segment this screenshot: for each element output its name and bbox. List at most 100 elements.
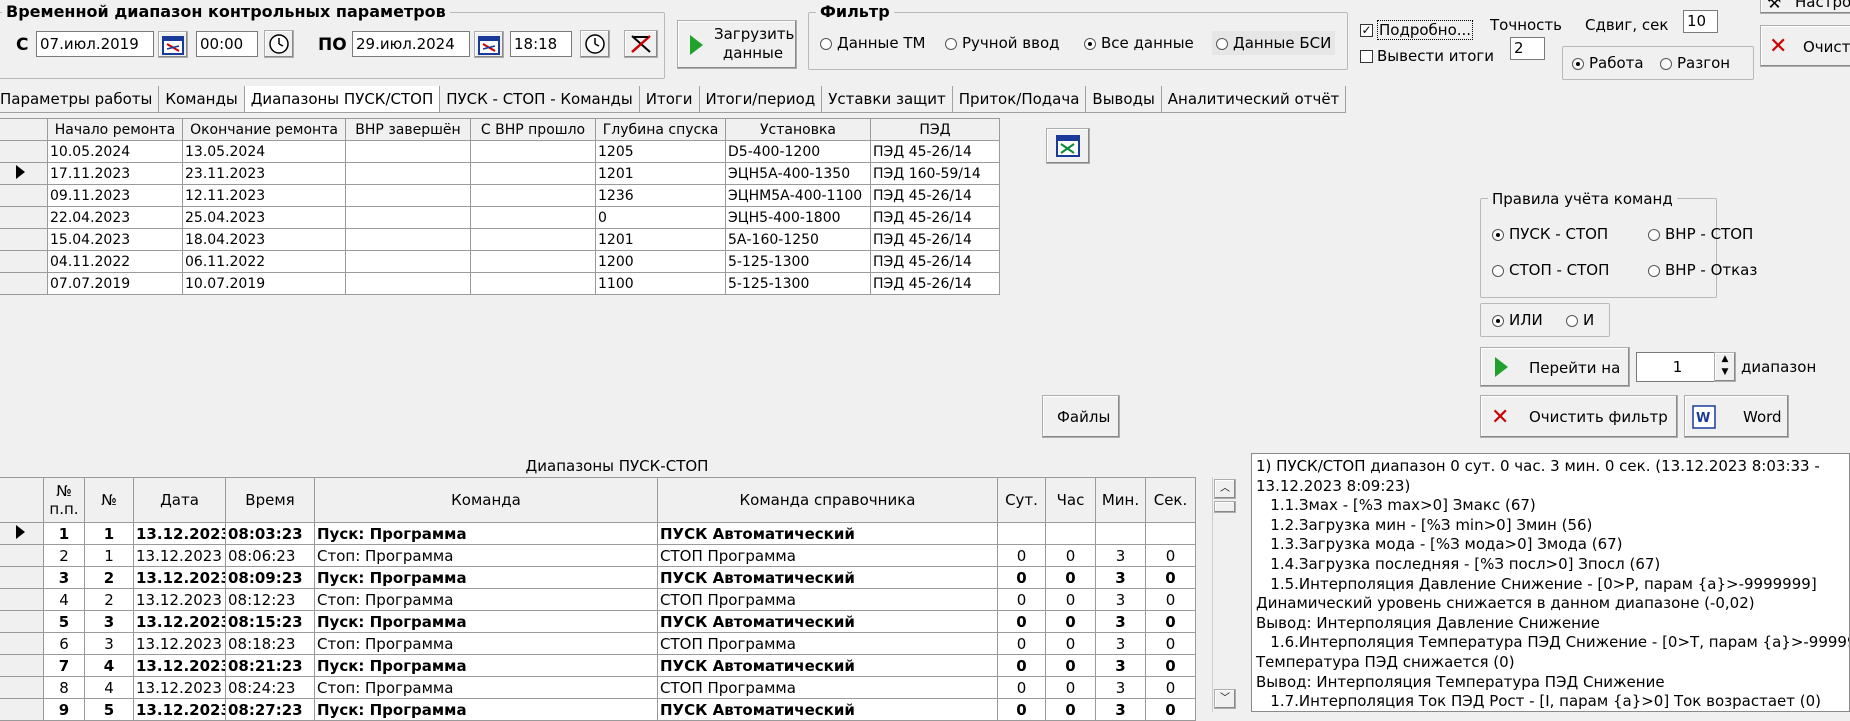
range-cell[interactable]: 0 [1045, 588, 1096, 611]
spin-down-icon[interactable]: ▼ [1715, 366, 1735, 379]
column-header[interactable]: № п.п. [43, 477, 85, 523]
range-cell[interactable]: ПУСК Автоматический [657, 522, 998, 545]
repair-cell[interactable]: 1201 [595, 162, 726, 185]
repair-row[interactable]: 15.04.2023 18.04.2023 1201 5А-160-1250 ПЭД 4… [0, 228, 1000, 251]
rule-vnr-fail[interactable]: ВНР - Отказ [1648, 261, 1757, 279]
range-cell[interactable]: 0 [1045, 544, 1096, 567]
range-cell[interactable]: Пуск: Программа [314, 654, 658, 677]
tab-start-stop-commands[interactable]: ПУСК - СТОП - Команды [440, 86, 640, 112]
logic-or-radio[interactable]: ИЛИ [1492, 311, 1543, 329]
row-header[interactable] [0, 184, 48, 207]
word-button[interactable]: W Word [1684, 395, 1789, 438]
range-cell[interactable]: 0 [1145, 654, 1196, 677]
range-cell[interactable]: 4 [43, 588, 85, 611]
repair-cell[interactable] [345, 250, 471, 273]
range-cell[interactable]: 13.12.2023 [133, 698, 226, 721]
settings-button[interactable]: ⚒ Настро [1760, 0, 1850, 14]
repair-cell[interactable]: 5-125-1300 [725, 272, 871, 295]
range-cell[interactable]: 0 [1145, 698, 1196, 721]
range-cell[interactable]: ПУСК Автоматический [657, 654, 998, 677]
range-cell[interactable]: 2 [84, 588, 134, 611]
repair-row[interactable]: 10.05.2024 13.05.2024 1205 D5-400-1200 ПЭД 4… [0, 140, 1000, 163]
row-header[interactable] [0, 588, 44, 611]
range-cell[interactable]: 4 [84, 654, 134, 677]
range-cell[interactable]: 3 [1095, 654, 1146, 677]
range-cell[interactable]: 1 [84, 522, 134, 545]
range-cell[interactable]: 7 [43, 654, 85, 677]
range-cell[interactable]: 4 [84, 676, 134, 699]
repair-cell[interactable]: 12.11.2023 [182, 184, 346, 207]
repair-cell[interactable]: 09.11.2023 [47, 184, 183, 207]
scroll-thumb[interactable] [1214, 501, 1236, 513]
range-cell[interactable]: 0 [997, 632, 1046, 655]
repair-cell[interactable]: 04.11.2022 [47, 250, 183, 273]
range-cell[interactable]: 0 [1145, 610, 1196, 633]
range-cell[interactable]: 0 [1045, 698, 1096, 721]
range-cell[interactable]: 13.12.2023 [133, 632, 226, 655]
rule-vnr-stop[interactable]: ВНР - СТОП [1648, 225, 1753, 243]
column-header[interactable]: ПЭД [870, 118, 1000, 141]
range-cell[interactable] [1145, 522, 1196, 545]
repair-cell[interactable]: 1100 [595, 272, 726, 295]
range-cell[interactable]: ПУСК Автоматический [657, 566, 998, 589]
range-cell[interactable]: 0 [1045, 610, 1096, 633]
rule-stop-stop[interactable]: СТОП - СТОП [1492, 261, 1609, 279]
range-cell[interactable]: 13.12.2023 [133, 654, 226, 677]
column-header[interactable]: Сек. [1145, 477, 1196, 523]
filter-option-tm[interactable]: Данные ТМ [820, 34, 925, 52]
filter-option-manual[interactable]: Ручной ввод [945, 34, 1060, 52]
range-cell[interactable]: 3 [1095, 632, 1146, 655]
range-cell[interactable]: 08:06:23 [225, 544, 315, 567]
range-cell[interactable]: 0 [1145, 566, 1196, 589]
load-data-button[interactable]: Загрузить данные [677, 20, 797, 69]
tab-protection-settings[interactable]: Уставки защит [822, 86, 953, 112]
from-calendar-button[interactable] [158, 31, 188, 58]
files-button[interactable]: Файлы [1042, 395, 1120, 438]
range-cell[interactable]: Пуск: Программа [314, 566, 658, 589]
range-cell[interactable]: 3 [1095, 566, 1146, 589]
column-header[interactable]: Окончание ремонта [182, 118, 346, 141]
column-header[interactable]: Глубина спуска [595, 118, 726, 141]
repair-cell[interactable]: 1205 [595, 140, 726, 163]
range-cell[interactable]: 08:12:23 [225, 588, 315, 611]
range-row[interactable]: 8 4 13.12.2023 08:24:23 Стоп: Программа СТОП … [0, 676, 1196, 699]
column-header[interactable]: Час [1045, 477, 1096, 523]
ranges-scrollbar[interactable]: ︿ ﹀ [1212, 477, 1237, 712]
range-cell[interactable]: 3 [1095, 698, 1146, 721]
range-cell[interactable]: 9 [43, 698, 85, 721]
range-cell[interactable]: 0 [1145, 632, 1196, 655]
range-cell[interactable]: 0 [1045, 654, 1096, 677]
precision-field[interactable]: 2 [1510, 37, 1545, 60]
row-header[interactable] [0, 272, 48, 295]
repair-cell[interactable]: ЭЦНМ5А-400-1100 [725, 184, 871, 207]
repair-cell[interactable]: ПЭД 45-26/14 [870, 228, 1000, 251]
range-cell[interactable]: 0 [997, 698, 1046, 721]
range-cell[interactable]: ПУСК Автоматический [657, 610, 998, 633]
range-cell[interactable]: 5 [84, 698, 134, 721]
repair-row[interactable]: 09.11.2023 12.11.2023 1236 ЭЦНМ5А-400-1100 П… [0, 184, 1000, 207]
range-cell[interactable]: 08:24:23 [225, 676, 315, 699]
row-header[interactable] [0, 698, 44, 721]
repair-cell[interactable]: ПЭД 45-26/14 [870, 184, 1000, 207]
row-header[interactable] [0, 566, 44, 589]
repair-cell[interactable]: D5-400-1200 [725, 140, 871, 163]
range-cell[interactable]: 08:21:23 [225, 654, 315, 677]
goto-range-field[interactable]: 1 [1636, 352, 1716, 382]
row-header[interactable] [0, 140, 48, 163]
range-cell[interactable]: 08:27:23 [225, 698, 315, 721]
from-clock-button[interactable] [264, 30, 294, 58]
tab-totals-period[interactable]: Итоги/период [700, 86, 823, 112]
tab-inflow-supply[interactable]: Приток/Подача [953, 86, 1087, 112]
range-row[interactable]: 5 3 13.12.2023 08:15:23 Пуск: Программа ПУСК … [0, 610, 1196, 633]
mode-work-radio[interactable]: Работа [1572, 54, 1644, 72]
range-cell[interactable]: СТОП Программа [657, 544, 998, 567]
repair-cell[interactable]: 13.05.2024 [182, 140, 346, 163]
repair-row[interactable]: 17.11.2023 23.11.2023 1201 ЭЦН5А-400-1350 ПЭ… [0, 162, 1000, 185]
range-cell[interactable]: Пуск: Программа [314, 610, 658, 633]
repair-cell[interactable]: 10.05.2024 [47, 140, 183, 163]
repair-cell[interactable] [470, 206, 596, 229]
range-cell[interactable]: 0 [997, 676, 1046, 699]
range-cell[interactable]: 13.12.2023 [133, 544, 226, 567]
range-cell[interactable]: 3 [1095, 544, 1146, 567]
shift-field[interactable]: 10 [1683, 10, 1718, 33]
